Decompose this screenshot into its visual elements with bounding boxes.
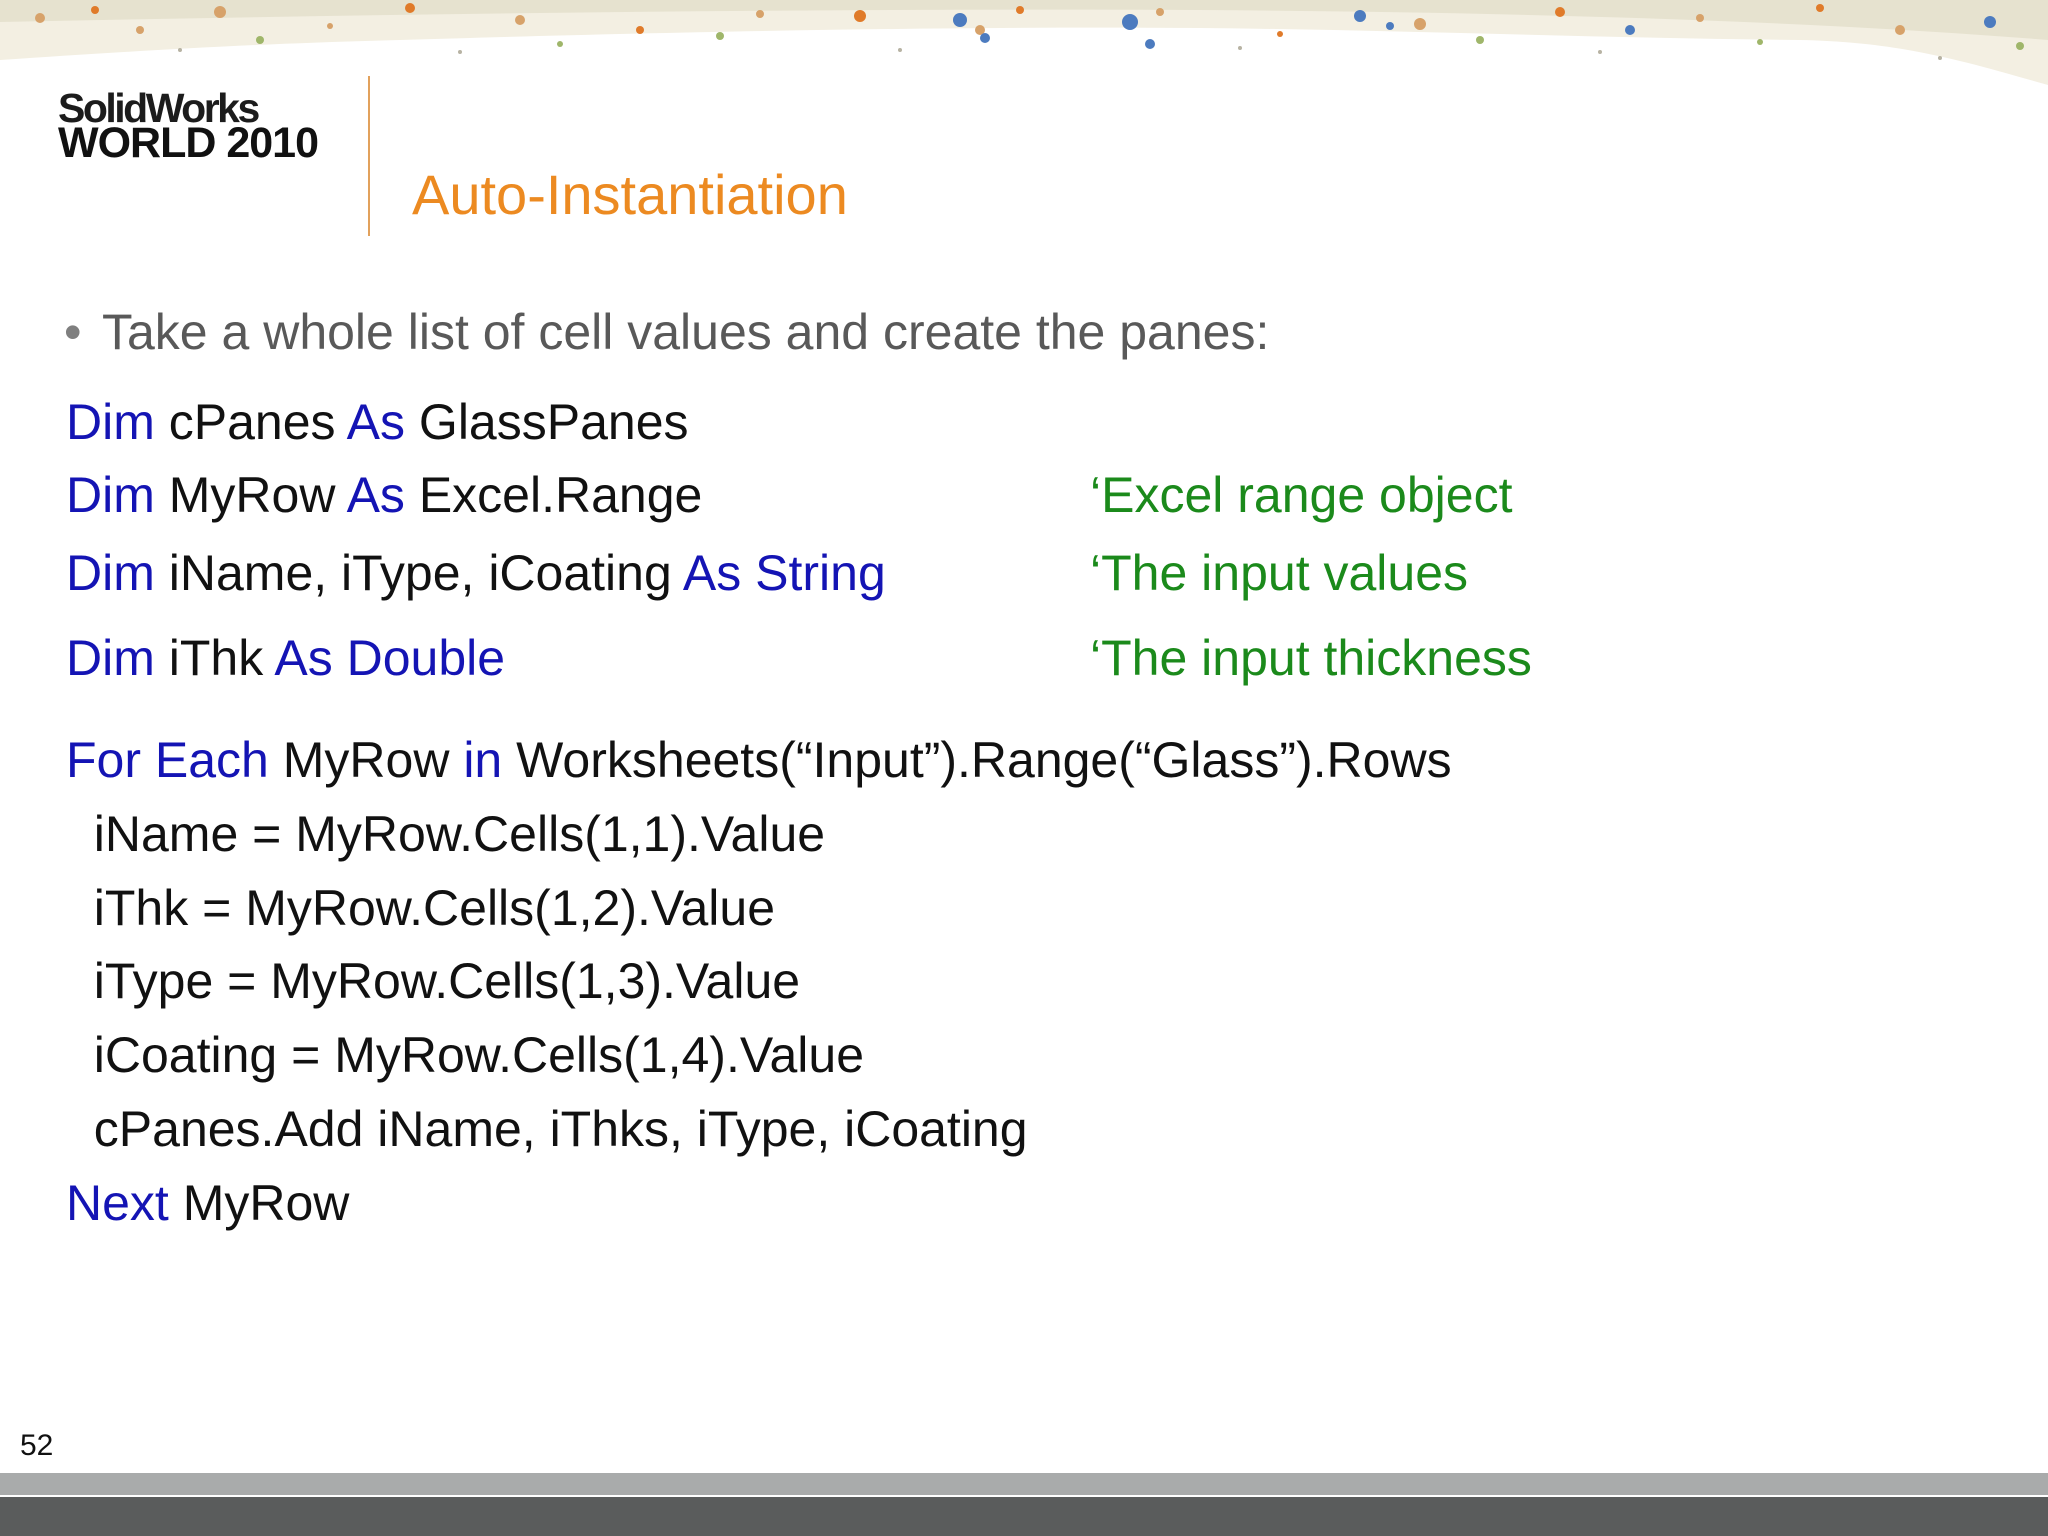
keyword: As [346, 394, 406, 450]
code-text: MyRow [154, 467, 347, 523]
keyword: Dim [66, 545, 155, 601]
code-text: Worksheets(“Input”).Range(“Glass”).Rows [502, 732, 1452, 788]
code-line-6: iName = MyRow.Cells(1,1).Value [66, 806, 826, 862]
code-line-4: Dim iThk As Double [66, 626, 505, 690]
keyword: Dim [66, 394, 155, 450]
code-line-10: cPanes.Add iName, iThks, iType, iCoating [66, 1101, 1028, 1157]
keyword: As [346, 467, 405, 523]
keyword: As Double [274, 630, 506, 686]
code-line-3: Dim iName, iType, iCoating As String [66, 541, 886, 605]
page-number: 52 [20, 1429, 54, 1462]
slide: SolidWorks WORLD 2010 Auto-Instantiation… [0, 0, 2048, 1536]
footer-band-light [0, 1473, 2048, 1495]
bullet-icon: • [64, 304, 82, 360]
keyword: For Each [66, 732, 269, 788]
slide-title: Auto-Instantiation [412, 163, 848, 226]
code-text: iThk [154, 630, 275, 686]
footer-band-dark [0, 1497, 2048, 1536]
keyword: Next [66, 1175, 169, 1231]
bullet-item: • Take a whole list of cell values and cr… [64, 300, 1269, 364]
code-line-5: For Each MyRow in Worksheets(“Input”).Ra… [66, 728, 1452, 792]
bullet-text: Take a whole list of cell values and cre… [102, 304, 1270, 360]
keyword: As String [682, 545, 886, 601]
keyword: Dim [66, 467, 155, 523]
decorative-splatter-band [0, 0, 2048, 85]
keyword: Dim [66, 630, 155, 686]
code-line-2: Dim MyRow As Excel.Range [66, 463, 702, 527]
logo-line-2: WORLD 2010 [58, 119, 319, 167]
code-text: iName, iType, iCoating [154, 545, 683, 601]
code-line-9: iCoating = MyRow.Cells(1,4).Value [66, 1027, 865, 1083]
code-text: cPanes [154, 394, 347, 450]
code-line-7: iThk = MyRow.Cells(1,2).Value [66, 880, 776, 936]
code-comment: ‘The input values [1090, 545, 1469, 601]
code-line-11: Next MyRow [66, 1171, 349, 1235]
code-text: GlassPanes [405, 394, 689, 450]
code-text: MyRow [268, 732, 464, 788]
title-divider [368, 76, 370, 236]
keyword: in [463, 732, 503, 788]
solidworks-world-logo: SolidWorks WORLD 2010 [58, 88, 358, 168]
code-text: Excel.Range [404, 467, 703, 523]
code-comment: ‘The input thickness [1090, 630, 1532, 686]
code-comment: ‘Excel range object [1090, 467, 1513, 523]
code-line-8: iType = MyRow.Cells(1,3).Value [66, 953, 801, 1009]
code-line-1: Dim cPanes As GlassPanes [66, 390, 689, 454]
code-text: MyRow [168, 1175, 350, 1231]
